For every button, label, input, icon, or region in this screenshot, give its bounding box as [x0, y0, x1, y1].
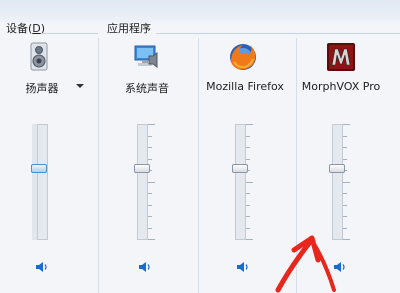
slider-tick — [148, 239, 155, 240]
slider-tick — [148, 204, 152, 206]
morphvox-icon — [327, 43, 355, 71]
slider-tick — [148, 158, 152, 160]
slider-tick — [148, 135, 152, 137]
column-divider — [98, 38, 99, 293]
volume-slider-thumb[interactable] — [329, 163, 345, 173]
slider-tick — [148, 147, 152, 148]
slider-tick — [246, 227, 250, 229]
volume-slider-ticks — [148, 124, 156, 240]
devices-group-line — [42, 33, 98, 34]
applications-group-line — [156, 33, 400, 34]
slider-tick — [343, 124, 350, 125]
annotation-arrow — [275, 235, 336, 293]
slider-tick — [246, 147, 250, 148]
system-sounds-icon — [134, 45, 158, 68]
slider-tick — [148, 216, 152, 217]
volume-slider-ticks — [246, 124, 254, 240]
volume-slider-track[interactable] — [235, 124, 246, 240]
slider-tick — [246, 239, 253, 240]
slider-tick — [343, 227, 347, 229]
speaker-icon[interactable] — [35, 260, 49, 274]
devices-group-label: 设备(D) — [6, 22, 46, 35]
channel-label: 系统声音 — [125, 82, 169, 95]
chevron-down-icon[interactable] — [76, 84, 84, 88]
slider-tick — [343, 216, 347, 217]
channel-label: Mozilla Firefox — [206, 80, 284, 93]
slider-tick — [343, 181, 350, 183]
speaker-icon[interactable] — [138, 260, 152, 274]
slider-tick — [246, 124, 253, 125]
channel-label: MorphVOX Pro — [301, 80, 381, 93]
speaker-device-icon[interactable] — [24, 42, 54, 72]
slider-tick — [343, 193, 347, 194]
slider-tick — [246, 181, 253, 183]
slider-tick — [246, 135, 250, 137]
volume-slider-track[interactable] — [332, 124, 343, 240]
slider-tick — [343, 135, 347, 137]
applications-group-label: 应用程序 — [107, 22, 151, 35]
volume-slider-track[interactable] — [37, 124, 48, 240]
speaker-icon[interactable] — [236, 260, 250, 274]
slider-tick — [148, 124, 155, 125]
slider-tick — [343, 147, 347, 148]
volume-slider-thumb[interactable] — [134, 163, 150, 173]
window-top-strip — [0, 0, 400, 22]
volume-slider-track[interactable] — [137, 124, 148, 240]
firefox-icon — [230, 44, 256, 70]
slider-tick — [148, 181, 155, 183]
volume-slider-thumb[interactable] — [31, 163, 47, 173]
slider-tick — [343, 239, 350, 240]
channel-label: 扬声器 — [25, 82, 59, 95]
volume-slider-thumb[interactable] — [232, 163, 248, 173]
slider-tick — [148, 193, 152, 194]
slider-tick — [343, 158, 347, 160]
slider-tick — [246, 193, 250, 194]
slider-tick — [148, 227, 152, 229]
slider-tick — [246, 158, 250, 160]
slider-tick — [246, 204, 250, 206]
slider-tick — [246, 216, 250, 217]
column-divider — [198, 38, 199, 293]
slider-tick — [343, 204, 347, 206]
volume-slider-ticks — [343, 124, 351, 240]
